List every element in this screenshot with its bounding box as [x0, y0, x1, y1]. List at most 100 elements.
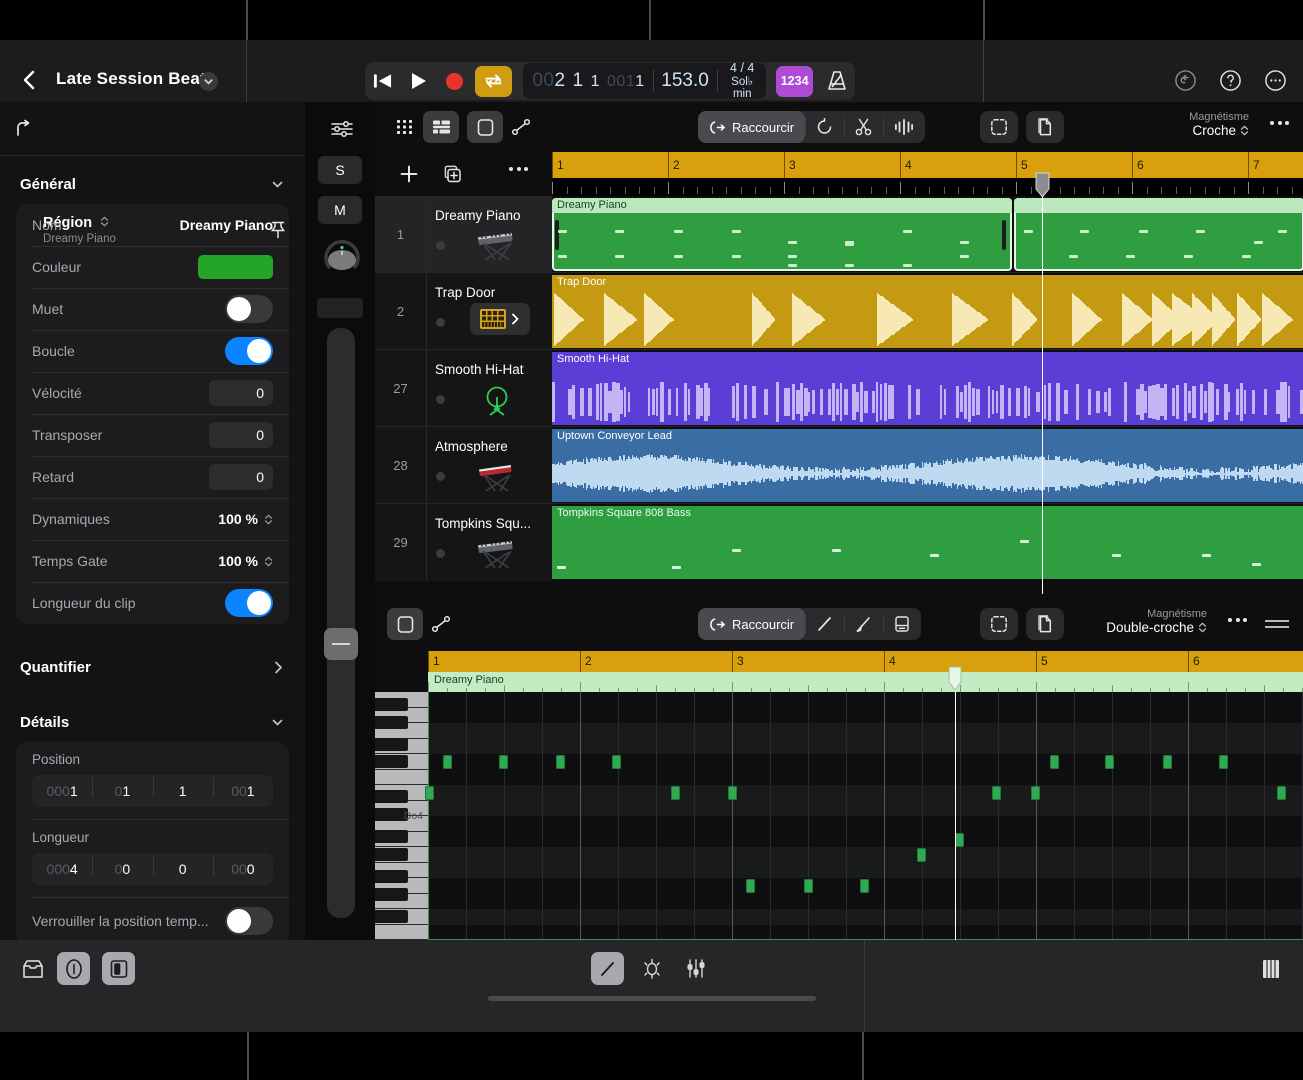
copy-paste-icon[interactable] — [1026, 111, 1064, 143]
length-seg-tick[interactable]: 000 — [212, 855, 273, 877]
copy-paste-icon[interactable] — [1026, 608, 1064, 640]
row-boucle[interactable]: Boucle — [16, 330, 289, 372]
mute-toggle[interactable] — [225, 295, 273, 323]
chevron-down-icon[interactable] — [199, 72, 218, 91]
piano-roll-snap-setting[interactable]: Magnétisme Double-croche — [1106, 608, 1207, 635]
piano-black-key[interactable] — [375, 870, 408, 883]
count-in-button[interactable]: 1234 — [775, 65, 814, 97]
row-nom[interactable]: Nom Dreamy Piano — [16, 204, 289, 246]
trim-region-tool[interactable]: Raccourcir — [698, 111, 806, 143]
faders-icon[interactable] — [331, 120, 353, 138]
velocity-field[interactable]: 0 — [209, 380, 273, 406]
marquee-select-icon[interactable] — [387, 608, 423, 640]
table-row[interactable]: 29 Tompkins Squ... Tompkins Square 808 B… — [375, 504, 1303, 581]
back-button[interactable] — [18, 68, 42, 92]
more-ellipsis-icon[interactable] — [1228, 618, 1247, 622]
pencil-line-icon[interactable] — [591, 952, 624, 985]
grid-lane[interactable] — [428, 692, 1303, 708]
row-longueur-clip[interactable]: Longueur du clip — [16, 582, 289, 624]
position-seg-beat[interactable]: 01 — [92, 777, 152, 799]
midi-note[interactable] — [1105, 755, 1114, 769]
midi-note[interactable] — [992, 786, 1001, 800]
region-clip[interactable]: Trap Door — [552, 275, 1303, 348]
grid-lane[interactable] — [428, 909, 1303, 925]
midi-note[interactable] — [860, 879, 869, 893]
split-panels-icon[interactable] — [102, 952, 135, 985]
row-dynamiques[interactable]: Dynamiques 100 % — [16, 498, 289, 540]
grid-lane[interactable] — [428, 847, 1303, 863]
position-seg-tick[interactable]: 001 — [212, 777, 273, 799]
midi-note[interactable] — [556, 755, 565, 769]
record-enable-button[interactable] — [436, 395, 445, 404]
position-bbar-field[interactable]: 0001 01 1 001 — [32, 775, 273, 807]
region-clip-loop[interactable] — [1014, 198, 1303, 271]
transpose-field[interactable]: 0 — [209, 422, 273, 448]
grid-lane[interactable] — [428, 816, 1303, 832]
record-enable-button[interactable] — [436, 318, 445, 327]
region-clip[interactable]: Dreamy Piano — [552, 198, 1012, 271]
loop-region-icon[interactable] — [805, 111, 844, 143]
piano-roll-ruler[interactable]: 1 2 3 4 5 6 — [428, 651, 1303, 672]
row-temps-gate[interactable]: Temps Gate 100 % — [16, 540, 289, 582]
midi-note[interactable] — [671, 786, 680, 800]
track-header[interactable]: 29 Tompkins Squ... — [375, 504, 552, 581]
lcd-display[interactable]: 00 2 1 1 001 1 153.0 4 / 4 Sol♭ min — [523, 62, 766, 100]
midi-note[interactable] — [1277, 786, 1286, 800]
mixer-faders-icon[interactable] — [679, 952, 712, 985]
playhead-handle[interactable] — [948, 666, 962, 691]
brush-icon[interactable] — [844, 608, 883, 640]
fader-handle[interactable] — [324, 628, 358, 660]
midi-note[interactable] — [1219, 755, 1228, 769]
row-transposer[interactable]: Transposer 0 — [16, 414, 289, 456]
piano-roll-grid[interactable] — [425, 692, 1303, 940]
region-clip[interactable]: Uptown Conveyor Lead — [552, 429, 1303, 502]
track-header[interactable]: 1 Dreamy Piano — [375, 196, 552, 272]
row-couleur[interactable]: Couleur — [16, 246, 289, 288]
details-section-header[interactable]: Détails — [0, 702, 305, 742]
grid-lane[interactable] — [428, 862, 1303, 878]
more-ellipsis-icon[interactable] — [1270, 121, 1289, 125]
length-seg-div[interactable]: 0 — [152, 855, 213, 877]
piano-black-key[interactable] — [375, 755, 408, 768]
clip-length-toggle[interactable] — [225, 589, 273, 617]
track-header[interactable]: 28 Atmosphere — [375, 427, 552, 503]
piano-black-key[interactable] — [375, 716, 408, 729]
table-row[interactable]: 2 Trap Door Trap Door — [375, 273, 1303, 350]
midi-note[interactable] — [443, 755, 452, 769]
note-velocity-icon[interactable] — [883, 608, 921, 640]
select-all-icon[interactable] — [980, 608, 1018, 640]
piano-keys-icon[interactable] — [1254, 952, 1287, 985]
row-lock-position[interactable]: Verrouiller la position temp... — [16, 898, 289, 940]
midi-note[interactable] — [746, 879, 755, 893]
track-header[interactable]: 2 Trap Door — [375, 273, 552, 349]
length-seg-beat[interactable]: 00 — [92, 855, 152, 877]
arrow-up-left-icon[interactable] — [14, 119, 34, 139]
midi-note[interactable] — [499, 755, 508, 769]
table-row[interactable]: 27 Smooth Hi-Hat Smooth Hi-Hat — [375, 350, 1303, 427]
grid-view-icon[interactable] — [387, 111, 423, 143]
rewind-to-start-icon[interactable] — [365, 62, 401, 100]
midi-note[interactable] — [955, 832, 964, 847]
playhead-line[interactable] — [1042, 178, 1043, 594]
piano-black-key[interactable] — [375, 888, 408, 901]
playhead-line[interactable] — [955, 672, 956, 940]
piano-black-key[interactable] — [375, 830, 408, 843]
piano-roll-region-band[interactable]: Dreamy Piano — [428, 672, 1303, 692]
snap-setting[interactable]: Magnétisme Croche — [1189, 111, 1249, 138]
color-swatch[interactable] — [198, 255, 273, 279]
pan-knob-icon[interactable] — [322, 239, 360, 276]
record-enable-button[interactable] — [436, 549, 445, 558]
region-clip[interactable]: Tompkins Square 808 Bass — [552, 506, 1303, 579]
track-header[interactable]: 27 Smooth Hi-Hat — [375, 350, 552, 426]
dynamics-stepper[interactable]: 100 % — [218, 511, 273, 527]
volume-fader-icon[interactable] — [324, 328, 358, 918]
position-seg-div[interactable]: 1 — [152, 777, 213, 799]
playhead-handle[interactable] — [1035, 172, 1050, 198]
gate-time-stepper[interactable]: 100 % — [218, 553, 273, 569]
record-enable-button[interactable] — [436, 241, 445, 250]
automation-curve-icon[interactable] — [423, 608, 459, 640]
trim-region-tool[interactable]: Raccourcir — [698, 608, 806, 640]
piano-black-key[interactable] — [375, 848, 408, 861]
loop-toggle[interactable] — [225, 337, 273, 365]
piano-black-key[interactable] — [375, 738, 408, 751]
